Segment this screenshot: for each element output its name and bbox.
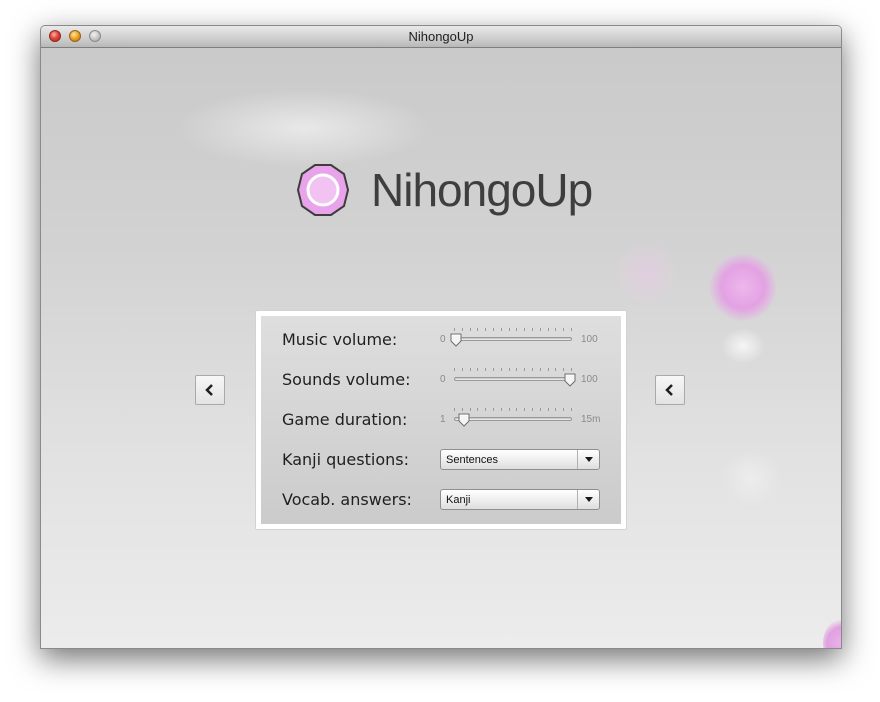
slider-tick [477, 328, 479, 331]
vocab-answers-selected-value: Kanji [446, 494, 471, 506]
slider-min-label: 0 [440, 334, 446, 345]
sounds-volume-label: Sounds volume: [282, 370, 411, 389]
chevron-left-icon [205, 384, 213, 396]
slider-tick [532, 328, 533, 331]
slider-ticks [454, 368, 572, 372]
slider-tick [547, 328, 549, 331]
slider-tick [539, 328, 541, 331]
game-duration-label: Game duration: [282, 410, 408, 429]
slider-tick [461, 408, 463, 411]
slider-tick [461, 328, 463, 331]
music-volume-label: Music volume: [282, 330, 398, 349]
slider-tick [508, 408, 510, 411]
slider-tick [469, 408, 471, 411]
slider-tick [539, 368, 541, 371]
slider-tick [555, 368, 557, 371]
settings-panel-body: Music volume: 0 100 Sounds volume: 0 100 [261, 316, 621, 524]
background-cloud [176, 88, 431, 168]
slider-tick [571, 328, 572, 331]
slider-tick [547, 368, 549, 371]
slider-tick [493, 408, 494, 411]
sounds-volume-slider-thumb[interactable] [564, 373, 576, 387]
background-bubble [721, 448, 781, 508]
kanji-questions-label: Kanji questions: [282, 450, 409, 469]
next-page-button[interactable] [655, 375, 685, 405]
slider-tick [485, 328, 487, 331]
slider-tick [508, 368, 510, 371]
kanji-questions-select[interactable]: Sentences [440, 449, 600, 470]
slider-tick [524, 328, 526, 331]
title-bar[interactable]: NihongoUp [41, 26, 841, 48]
slider-max-label: 15m [581, 414, 601, 425]
slider-tick [524, 368, 526, 371]
kanji-questions-row: Kanji questions: Sentences [261, 445, 621, 475]
slider-min-label: 0 [440, 374, 446, 385]
previous-page-button[interactable] [195, 375, 225, 405]
slider-tick [469, 368, 471, 371]
sounds-volume-slider-track[interactable] [454, 377, 572, 381]
slider-tick [500, 408, 502, 411]
window-title: NihongoUp [408, 29, 474, 44]
slider-ticks [454, 408, 572, 412]
slider-tick [493, 368, 494, 371]
slider-tick [547, 408, 549, 411]
slider-ticks [454, 328, 572, 332]
slider-tick [493, 328, 494, 331]
app-name-heading: NihongoUp [371, 164, 593, 216]
vocab-answers-label: Vocab. answers: [282, 490, 412, 509]
slider-tick [477, 368, 479, 371]
slider-min-label: 1 [440, 414, 446, 425]
slider-tick [571, 408, 572, 411]
settings-panel: Music volume: 0 100 Sounds volume: 0 100 [255, 310, 627, 530]
slider-tick [516, 368, 518, 371]
slider-tick [563, 408, 565, 411]
slider-max-label: 100 [581, 334, 598, 345]
slider-tick [477, 408, 479, 411]
music-volume-row: Music volume: 0 100 [261, 325, 621, 355]
app-logo-icon [296, 163, 350, 217]
slider-tick [469, 328, 471, 331]
slider-tick [555, 408, 557, 411]
slider-tick [516, 328, 518, 331]
slider-tick [508, 328, 510, 331]
background-bubble [616, 243, 676, 303]
slider-max-label: 100 [581, 374, 598, 385]
slider-tick [532, 408, 533, 411]
game-duration-slider-track[interactable] [454, 417, 572, 421]
slider-tick [454, 328, 455, 331]
game-duration-row: Game duration: 1 15m [261, 405, 621, 435]
slider-tick [461, 368, 463, 371]
slider-tick [485, 408, 487, 411]
slider-tick [500, 368, 502, 371]
main-content: NihongoUp Music volume: 0 100 Sounds vol… [41, 48, 841, 648]
music-volume-slider-track[interactable] [454, 337, 572, 341]
slider-tick [516, 408, 518, 411]
slider-tick [563, 368, 565, 371]
dropdown-arrow-icon [577, 450, 599, 469]
background-bubble [709, 253, 777, 321]
slider-tick [563, 328, 565, 331]
slider-tick [485, 368, 487, 371]
background-bubble [823, 618, 841, 648]
app-window: NihongoUp NihongoUp Music volume: 0 100 … [40, 25, 842, 649]
chevron-left-icon [665, 384, 673, 396]
vocab-answers-select[interactable]: Kanji [440, 489, 600, 510]
music-volume-slider-thumb[interactable] [450, 333, 462, 347]
sounds-volume-row: Sounds volume: 0 100 [261, 365, 621, 395]
slider-tick [524, 408, 526, 411]
slider-tick [555, 328, 557, 331]
slider-tick [500, 328, 502, 331]
game-duration-slider-thumb[interactable] [458, 413, 470, 427]
slider-tick [454, 368, 455, 371]
background-bubble [721, 328, 765, 364]
kanji-questions-selected-value: Sentences [446, 454, 498, 466]
slider-tick [539, 408, 541, 411]
slider-tick [454, 408, 455, 411]
slider-tick [532, 368, 533, 371]
dropdown-arrow-icon [577, 490, 599, 509]
vocab-answers-row: Vocab. answers: Kanji [261, 485, 621, 515]
slider-tick [571, 368, 572, 371]
